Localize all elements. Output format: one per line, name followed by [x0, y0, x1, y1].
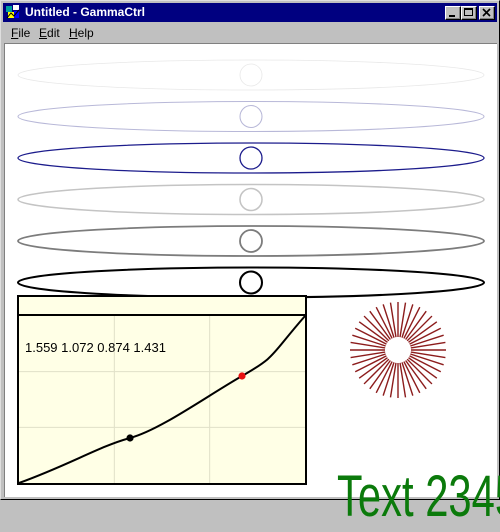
minimize-button[interactable]: [445, 6, 461, 20]
starburst-ray: [399, 362, 407, 398]
ellipse-circle-1: [239, 63, 263, 87]
title-bar[interactable]: Untitled - GammaCtrl: [3, 3, 497, 22]
close-icon: [482, 8, 491, 17]
starburst-ray: [389, 362, 397, 398]
ellipse-samples: [16, 59, 486, 299]
close-button[interactable]: [479, 6, 495, 20]
gamma-panel[interactable]: [17, 295, 307, 485]
window-title: Untitled - GammaCtrl: [25, 5, 146, 19]
ellipse-1: [17, 59, 485, 91]
gamma-panel-frame: [17, 295, 307, 485]
ellipse-circle-3: [239, 146, 263, 170]
menu-edit[interactable]: Edit: [39, 26, 60, 40]
maximize-button[interactable]: [461, 6, 477, 20]
gamma-readout: 1.559 1.072 0.874 1.431: [25, 340, 166, 355]
drawing-canvas: [16, 59, 486, 485]
menu-bar: File Edit Help: [3, 23, 497, 42]
ellipse-circle-2: [239, 104, 263, 129]
minimize-icon: [449, 15, 455, 17]
starburst-graphic: [350, 302, 446, 398]
gamma-control-point-lower[interactable]: [126, 434, 134, 442]
menu-help[interactable]: Help: [69, 26, 94, 40]
starburst-ray: [350, 341, 386, 349]
app-icon[interactable]: [5, 4, 21, 20]
starburst-ray: [399, 302, 407, 338]
maximize-icon: [464, 8, 473, 16]
sample-text: Text 2345: [337, 464, 500, 529]
menu-file[interactable]: File: [11, 26, 30, 40]
starburst-ray: [410, 351, 446, 359]
starburst-ray: [350, 351, 386, 359]
starburst-ray: [410, 341, 446, 349]
ellipse-circle-5: [239, 229, 263, 253]
ellipse-circle-4: [239, 187, 263, 212]
app-window: Untitled - GammaCtrl File Edit Help 1.55…: [0, 0, 500, 529]
gamma-control-point-upper[interactable]: [238, 372, 246, 380]
client-area: 1.559 1.072 0.874 1.431 Text 2345: [4, 43, 500, 529]
starburst-ray: [389, 302, 397, 338]
ellipse-circle-6: [238, 270, 264, 295]
